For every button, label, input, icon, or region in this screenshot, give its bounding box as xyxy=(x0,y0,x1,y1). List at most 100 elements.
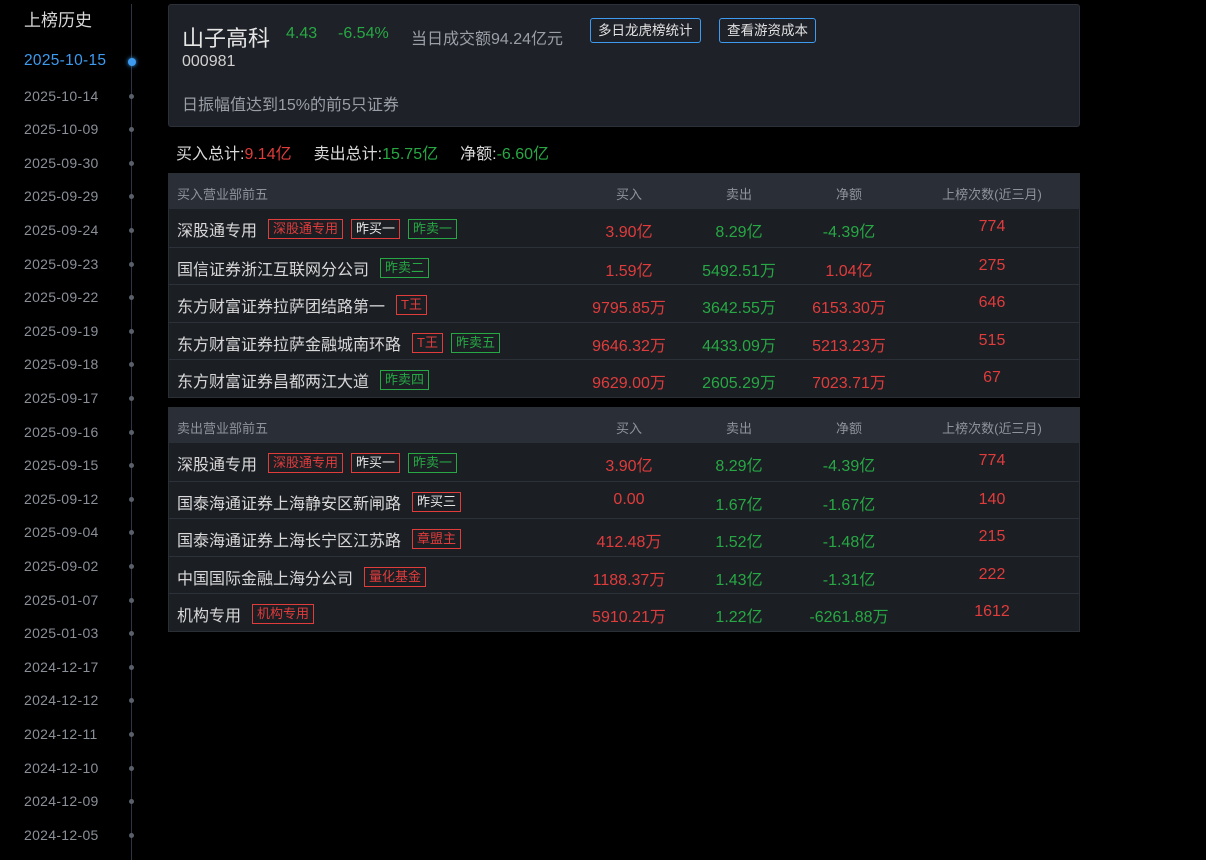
timeline-date-item[interactable]: 2025-01-07 xyxy=(0,588,140,612)
timeline-dot xyxy=(129,664,134,670)
timeline-date-item[interactable]: 2025-09-16 xyxy=(0,420,140,444)
broker-tag: 章盟主 xyxy=(412,529,462,549)
timeline-date-label: 2024-12-12 xyxy=(24,692,99,709)
timeline-date-label: 2025-09-15 xyxy=(24,457,99,474)
timeline-date-label: 2025-09-16 xyxy=(24,423,99,440)
broker-tag: 昨卖一 xyxy=(408,219,458,239)
timeline-date-item[interactable]: 2025-09-18 xyxy=(0,352,140,376)
broker-tag: 昨卖四 xyxy=(380,370,430,390)
listing-count: 275 xyxy=(978,256,1006,274)
sell-amount: 1.67亿 xyxy=(715,496,763,514)
sell-total-value: 15.75亿 xyxy=(382,146,439,163)
stock-name: 山子高科 xyxy=(182,26,271,51)
stock-change: -6.54% xyxy=(338,25,389,42)
timeline-date-label: 2025-09-12 xyxy=(24,490,99,507)
table-row[interactable]: 东方财富证券拉萨团结路第一 T王 9795.85万 3642.55万 6153.30万 6… xyxy=(169,284,1079,322)
multi-day-stats-button[interactable]: 多日龙虎榜统计 xyxy=(590,18,701,43)
listing-count: 774 xyxy=(978,452,1006,469)
broker-name[interactable]: 国泰海通证券上海静安区新闸路 xyxy=(177,490,401,514)
net-total-value: -6.60亿 xyxy=(496,146,550,163)
timeline-date-item[interactable]: 2025-09-22 xyxy=(0,285,140,309)
timeline-date-label: 2025-01-07 xyxy=(24,591,99,608)
buy-top5-table: 买入营业部前五 买入 卖出 净额 上榜次数(近三月) 深股通专用 深股通专用 昨买一… xyxy=(168,173,1080,398)
table-row[interactable]: 国泰海通证券上海长宁区江苏路 章盟主 412.48万 1.52亿 -1.48亿 215 xyxy=(169,518,1079,556)
timeline-date-label: 2025-09-24 xyxy=(24,222,99,238)
net-amount: -4.39亿 xyxy=(822,224,876,241)
timeline-date-item[interactable]: 2024-12-11 xyxy=(0,722,140,746)
timeline-date-item[interactable]: 2025-09-19 xyxy=(0,319,140,343)
trade-summary: 买入总计:9.14亿 卖出总计:15.75亿 净额:-6.60亿 xyxy=(176,140,549,164)
broker-tag: 昨买一 xyxy=(351,219,401,239)
timeline-date-item[interactable]: 2025-09-30 xyxy=(0,151,140,175)
table-row[interactable]: 东方财富证券拉萨金融城南环路 T王 昨卖五 9646.32万 4433.09万 5213.… xyxy=(169,321,1079,360)
broker-name[interactable]: 东方财富证券昌都两江大道 xyxy=(177,368,369,392)
timeline-date-item[interactable]: 2024-12-10 xyxy=(0,756,140,780)
broker-name[interactable]: 中国国际金融上海分公司 xyxy=(177,565,353,589)
broker-cell: 东方财富证券拉萨金融城南环路 T王 昨卖五 xyxy=(177,331,508,355)
timeline-date-label: 2025-09-18 xyxy=(24,356,99,373)
timeline-date-item[interactable]: 2025-10-09 xyxy=(0,117,140,141)
broker-name[interactable]: 国信证券浙江互联网分公司 xyxy=(177,256,369,280)
table-row[interactable]: 国信证券浙江互联网分公司 昨卖二 1.59亿 5492.51万 1.04亿 275 xyxy=(169,246,1079,285)
table-header: 卖出营业部前五 买入 卖出 净额 上榜次数(近三月) xyxy=(169,408,1079,443)
timeline-dot xyxy=(129,93,134,99)
view-cost-button[interactable]: 查看游资成本 xyxy=(719,18,816,43)
timeline-date-item[interactable]: 2025-09-15 xyxy=(0,453,140,477)
broker-name[interactable]: 国泰海通证券上海长宁区江苏路 xyxy=(177,527,401,551)
timeline-dot xyxy=(129,194,134,200)
sell-amount: 1.43亿 xyxy=(715,571,763,589)
timeline-date-item[interactable]: 2025-10-14 xyxy=(0,84,140,108)
timeline-date-item[interactable]: 2025-01-03 xyxy=(0,621,140,645)
header-buy: 买入 xyxy=(615,421,642,436)
timeline-date-item[interactable]: 2025-09-23 xyxy=(0,252,140,276)
broker-tag: 昨卖五 xyxy=(450,332,500,353)
net-amount: 6153.30万 xyxy=(812,300,886,317)
stock-turnover: 当日成交额94.24亿元 xyxy=(411,31,564,48)
timeline-date-label: 2024-12-05 xyxy=(24,826,99,843)
broker-name[interactable]: 深股通专用 xyxy=(177,451,257,475)
timeline-date-item[interactable]: 2024-12-05 xyxy=(0,823,140,847)
broker-cell: 东方财富证券昌都两江大道 昨卖四 xyxy=(177,368,437,392)
timeline-date-item[interactable]: 2025-09-24 xyxy=(0,218,140,242)
buy-amount: 9795.85万 xyxy=(592,300,666,317)
sell-amount: 2605.29万 xyxy=(702,375,776,392)
table-row[interactable]: 深股通专用 深股通专用 昨买一 昨卖一 3.90亿 8.29亿 -4.39亿 774 xyxy=(169,443,1079,481)
timeline-dot xyxy=(129,463,134,469)
table-row[interactable]: 深股通专用 深股通专用 昨买一 昨卖一 3.90亿 8.29亿 -4.39亿 774 xyxy=(169,209,1079,247)
buy-amount: 3.90亿 xyxy=(605,458,653,475)
buy-amount: 9629.00万 xyxy=(592,375,666,392)
net-amount: -1.67亿 xyxy=(822,496,876,514)
broker-tag: 深股通专用 xyxy=(268,219,344,239)
timeline-date-item[interactable]: 2025-09-12 xyxy=(0,487,140,511)
timeline-date-label: 2024-12-09 xyxy=(24,793,99,810)
header-buy: 买入 xyxy=(615,187,642,202)
timeline-date-item[interactable]: 2025-09-04 xyxy=(0,520,140,544)
timeline-date-item[interactable]: 2025-10-15 xyxy=(0,50,140,74)
listing-count: 515 xyxy=(978,331,1006,349)
table-row[interactable]: 机构专用 机构专用 5910.21万 1.22亿 -6261.88万 1612 xyxy=(169,593,1079,631)
timeline-date-item[interactable]: 2024-12-17 xyxy=(0,655,140,679)
broker-name[interactable]: 东方财富证券拉萨金融城南环路 xyxy=(177,331,401,355)
timeline-date-item[interactable]: 2024-12-09 xyxy=(0,789,140,813)
broker-tag: 昨买三 xyxy=(412,491,462,512)
sell-top5-table: 卖出营业部前五 买入 卖出 净额 上榜次数(近三月) 深股通专用 深股通专用 昨买一… xyxy=(168,407,1080,632)
broker-name[interactable]: 东方财富证券拉萨团结路第一 xyxy=(177,293,385,317)
timeline-date-item[interactable]: 2025-09-02 xyxy=(0,554,140,578)
buy-amount: 9646.32万 xyxy=(592,337,666,355)
timeline-date-item[interactable]: 2025-09-17 xyxy=(0,386,140,410)
broker-name[interactable]: 机构专用 xyxy=(177,602,241,626)
table-row[interactable]: 中国国际金融上海分公司 量化基金 1188.37万 1.43亿 -1.31亿 222 xyxy=(169,555,1079,594)
sell-amount: 8.29亿 xyxy=(715,224,763,241)
history-sidebar: 上榜历史 2025-10-15 2025-10-14 2025-10-09 2025-… xyxy=(0,0,140,860)
sidebar-title: 上榜历史 xyxy=(24,11,92,30)
broker-tag: T王 xyxy=(412,332,443,353)
broker-cell: 深股通专用 深股通专用 昨买一 昨卖一 xyxy=(177,451,465,475)
broker-name[interactable]: 深股通专用 xyxy=(177,217,257,241)
timeline-date-item[interactable]: 2024-12-12 xyxy=(0,688,140,712)
broker-tag: 昨卖一 xyxy=(408,453,458,473)
table-row[interactable]: 东方财富证券昌都两江大道 昨卖四 9629.00万 2605.29万 7023.71万 6… xyxy=(169,359,1079,397)
table-row[interactable]: 国泰海通证券上海静安区新闸路 昨买三 0.00 1.67亿 -1.67亿 140 xyxy=(169,480,1079,519)
sell-amount: 1.22亿 xyxy=(715,609,763,626)
timeline-date-item[interactable]: 2025-09-29 xyxy=(0,184,140,208)
sell-amount: 5492.51万 xyxy=(702,262,776,280)
